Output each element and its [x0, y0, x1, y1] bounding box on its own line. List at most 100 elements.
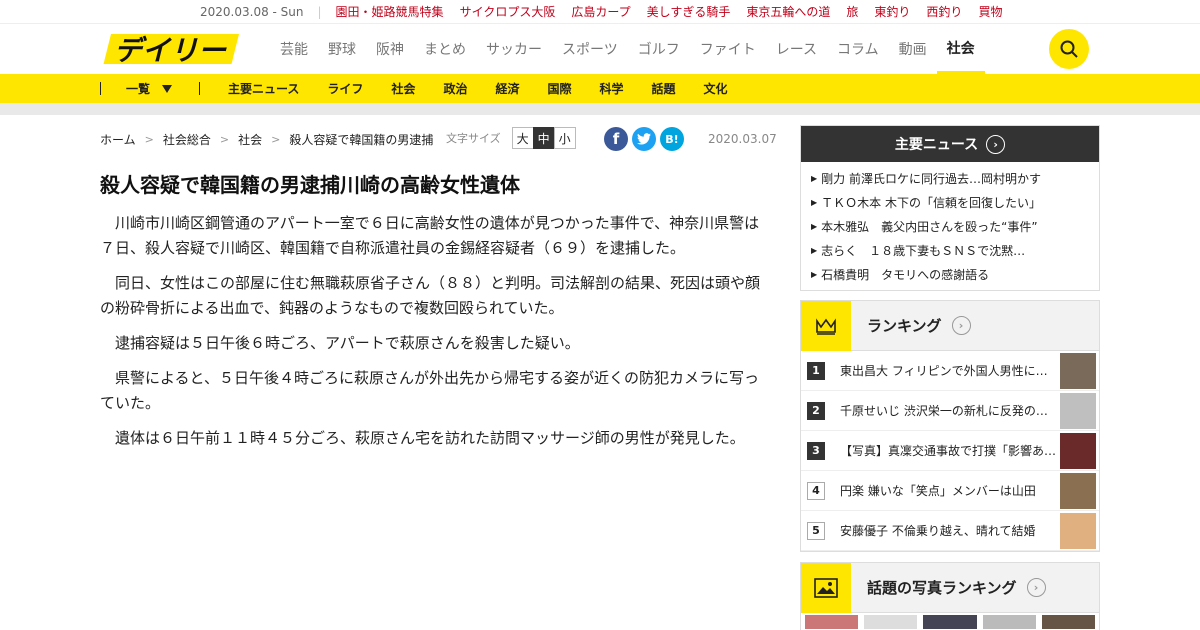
search-icon [1060, 40, 1078, 58]
topbar-link[interactable]: 西釣り [926, 3, 962, 20]
main-news-header[interactable]: 主要ニュース › [801, 126, 1099, 162]
ranking-item[interactable]: 2 千原せいじ 渋沢栄一の新札に反発の… [801, 391, 1099, 431]
news-list-item[interactable]: ▶ 本木雅弘 義父内田さんを殴った“事件” [801, 214, 1099, 238]
nav-item[interactable]: 社会 [936, 24, 985, 74]
nav-item[interactable]: レース [776, 24, 817, 74]
ranking-item[interactable]: 5 安藤優子 不倫乗り越え、晴れて結婚 [801, 511, 1099, 551]
subnav-item[interactable]: 話題 [652, 80, 676, 97]
photo-thumbnail[interactable] [923, 615, 977, 629]
twitter-share-icon[interactable] [632, 127, 656, 151]
chevron-right-icon: › [1026, 578, 1046, 597]
ranking-item[interactable]: 4 円楽 嫌いな「笑点」メンバーは山田 [801, 471, 1099, 511]
site-header: デイリー 芸能 野球 阪神 まとめ サッカー スポーツ ゴルフ ファイト レース コラム 動画 社会 [0, 24, 1200, 74]
nav-item[interactable]: 動画 [899, 24, 927, 74]
nav-item[interactable]: 野球 [328, 24, 356, 74]
ranking-headline: 安藤優子 不倫乗り越え、晴れて結婚 [840, 524, 1036, 538]
news-list-item[interactable]: ▶ ＴＫＯ木本 木下の「信頼を回復したい」 [801, 190, 1099, 214]
breadcrumb-item[interactable]: 社会総合 [163, 131, 211, 148]
logo-text: デイリー [114, 34, 227, 67]
topbar-link[interactable]: 美しすぎる騎手 [647, 3, 731, 20]
rank-number: 4 [807, 481, 825, 500]
subnav-item[interactable]: 政治 [443, 80, 467, 97]
nav-item[interactable]: サッカー [486, 24, 542, 74]
news-headline: 石橋貴明 タモリへの感謝語る [821, 267, 990, 282]
topbar-link[interactable]: 東釣り [874, 3, 910, 20]
topbar-link[interactable]: 旅 [846, 3, 858, 20]
topbar-link[interactable]: 買物 [978, 3, 1002, 20]
subnav-item[interactable]: 国際 [547, 80, 571, 97]
topbar-separator: | [317, 4, 322, 19]
article-body: 川崎市川崎区鋼管通のアパート一室で６日に高齢女性の遺体が見つかった事件で、神奈川… [100, 211, 760, 461]
main-news-panel: 主要ニュース › ▶ 剛力 前澤氏ロケに同行過去…岡村明かす ▶ ＴＫＯ木本 木下の「… [800, 125, 1100, 291]
topbar-link[interactable]: 東京五輪への道 [746, 3, 830, 20]
hatena-bookmark-icon[interactable]: B! [660, 127, 684, 151]
article-paragraph: 川崎市川崎区鋼管通のアパート一室で６日に高齢女性の遺体が見つかった事件で、神奈川… [100, 214, 760, 257]
nav-item[interactable]: スポーツ [562, 24, 618, 74]
photo-ranking-title: 話題の写真ランキング [867, 579, 1017, 597]
nav-item[interactable]: まとめ [424, 24, 466, 74]
nav-item[interactable]: ゴルフ [638, 24, 680, 74]
triangle-right-icon: ▶ [811, 269, 818, 279]
ranking-headline: 千原せいじ 渋沢栄一の新札に反発の… [840, 404, 1048, 418]
nav-item[interactable]: 芸能 [280, 24, 308, 74]
breadcrumb-item: 殺人容疑で韓国籍の男逮捕 [289, 133, 434, 147]
ranking-thumbnail [1060, 432, 1096, 469]
category-list-label: 一覧 [126, 82, 151, 96]
facebook-share-icon[interactable]: f [604, 127, 628, 151]
ranking-item[interactable]: 1 東出昌大 フィリピンで外国人男性に… [801, 351, 1099, 391]
photo-thumbnail[interactable] [982, 615, 1036, 629]
header-gap [0, 103, 1200, 115]
topbar-link[interactable]: 広島カープ [571, 3, 630, 20]
news-list-item[interactable]: ▶ 志らく １８歳下妻もＳＮＳで沈黙… [801, 238, 1099, 262]
crown-icon [801, 300, 851, 351]
photo-thumbnail[interactable] [805, 615, 859, 629]
main-content: ホーム > 社会総合 > 社会 > 殺人容疑で韓国籍の男逮捕 文字サイズ 大 中 小 f B… [0, 115, 1200, 630]
ranking-panel: ランキング › 1 東出昌大 フィリピンで外国人男性に… 2 千原せいじ 渋沢栄一の新… [800, 300, 1100, 552]
font-size-medium-button[interactable]: 中 [532, 127, 555, 149]
font-size-small-button[interactable]: 小 [553, 127, 576, 149]
news-headline: 志らく １８歳下妻もＳＮＳで沈黙… [821, 243, 1026, 258]
share-buttons: f B! [604, 127, 684, 151]
subnav-item[interactable]: 科学 [599, 80, 623, 97]
triangle-right-icon: ▶ [811, 245, 818, 255]
triangle-right-icon: ▶ [811, 221, 818, 231]
ranking-item[interactable]: 3 【写真】真凜交通事故で打撲「影響あ… [801, 431, 1099, 471]
ranking-header[interactable]: ランキング › [801, 300, 1099, 351]
chevron-right-icon: › [951, 316, 971, 335]
nav-item[interactable]: 阪神 [376, 24, 404, 74]
photo-ranking-panel: 話題の写真ランキング › [800, 562, 1100, 630]
subnav-item[interactable]: 主要ニュース [228, 80, 299, 97]
news-headline: 本木雅弘 義父内田さんを殴った“事件” [821, 219, 1038, 234]
photo-thumbnail[interactable] [1041, 615, 1096, 629]
subnav-item[interactable]: 社会 [391, 80, 415, 97]
subnav-divider [199, 82, 200, 95]
subnav-item[interactable]: 文化 [704, 80, 728, 97]
font-size-large-button[interactable]: 大 [511, 127, 534, 149]
breadcrumb-item[interactable]: 社会 [238, 131, 262, 148]
main-news-list: ▶ 剛力 前澤氏ロケに同行過去…岡村明かす ▶ ＴＫＯ木本 木下の「信頼を回復したい」… [801, 162, 1099, 290]
chevron-right-icon: › [986, 134, 1006, 154]
photo-ranking-header[interactable]: 話題の写真ランキング › [801, 562, 1099, 613]
nav-item[interactable]: コラム [837, 24, 879, 74]
ranking-thumbnail [1060, 392, 1096, 429]
news-list-item[interactable]: ▶ 剛力 前澤氏ロケに同行過去…岡村明かす [801, 166, 1099, 190]
article-paragraph: 同日、女性はこの部屋に住む無職萩原省子さん（８８）と判明。司法解剖の結果、死因は… [100, 274, 761, 317]
article-paragraph: 県警によると、５日午後４時ごろに萩原さんが外出先から帰宅する姿が近くの防犯カメラ… [100, 369, 759, 412]
subnav-item[interactable]: 経済 [495, 80, 519, 97]
rank-number: 5 [807, 521, 825, 540]
search-button[interactable] [1049, 29, 1089, 69]
image-icon [801, 562, 851, 613]
news-list-item[interactable]: ▶ 石橋貴明 タモリへの感謝語る [801, 262, 1099, 286]
nav-item[interactable]: ファイト [700, 24, 756, 74]
article-title: 殺人容疑で韓国籍の男逮捕川崎の高齢女性遺体 [100, 173, 520, 197]
photo-thumbnail[interactable] [864, 615, 918, 629]
breadcrumb-item[interactable]: ホーム [100, 131, 136, 148]
news-headline: ＴＫＯ木本 木下の「信頼を回復したい」 [821, 195, 1041, 210]
category-list-dropdown[interactable]: 一覧 [126, 80, 173, 97]
topbar-link[interactable]: 園田・姫路競馬特集 [336, 3, 444, 20]
topbar-link[interactable]: サイクロプス大阪 [460, 3, 556, 20]
subnav-item[interactable]: ライフ [327, 80, 363, 97]
rank-number: 3 [807, 441, 825, 460]
subnav-items: 主要ニュース ライフ 社会 政治 経済 国際 科学 話題 文化 [228, 80, 728, 97]
site-logo[interactable]: デイリー [100, 30, 240, 68]
